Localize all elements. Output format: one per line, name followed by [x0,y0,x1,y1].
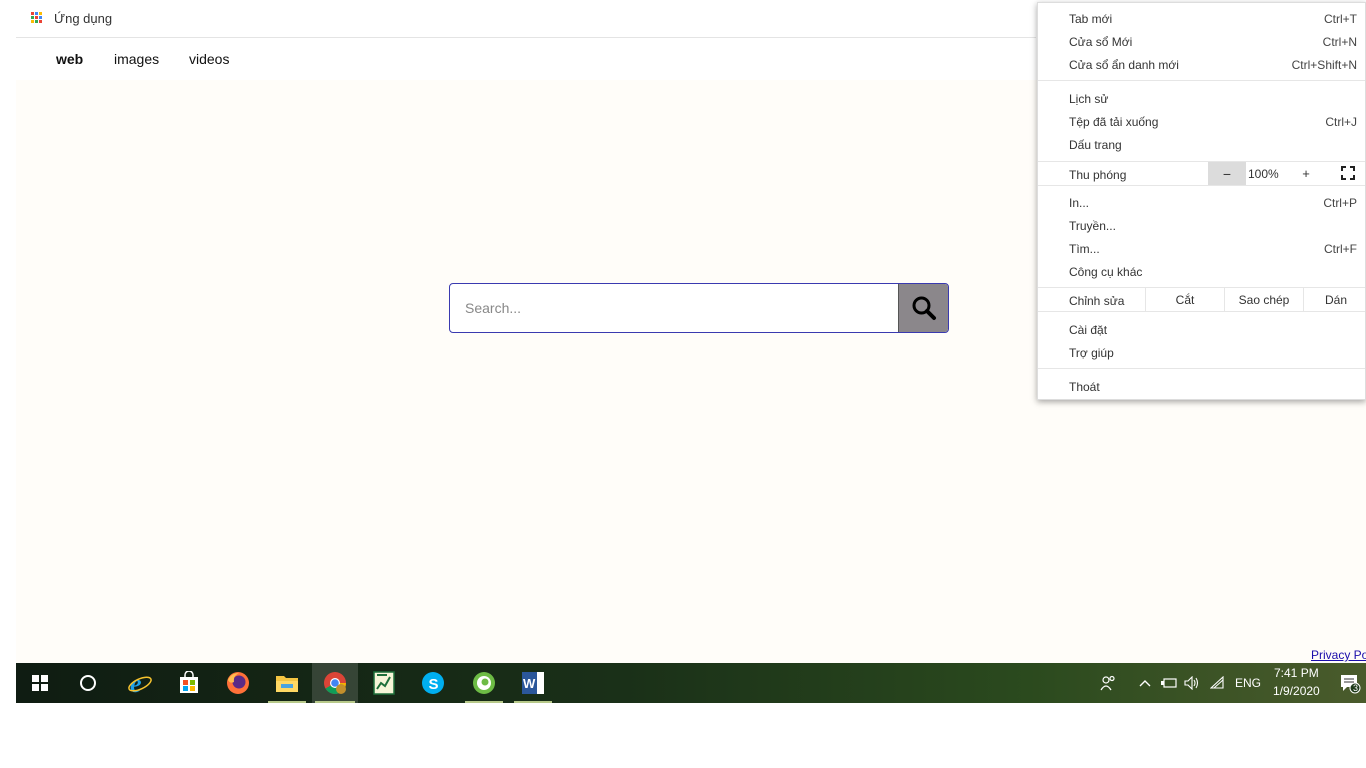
clock-time[interactable]: 7:41 PM [1274,666,1319,680]
tab-videos[interactable]: videos [189,51,229,67]
menu-item-label: Tệp đã tải xuống [1069,115,1159,129]
search-input[interactable] [450,284,898,332]
menu-item-help[interactable]: Trợ giúp [1038,341,1365,364]
browser-menu: Tab mới Ctrl+T Cửa sổ Mới Ctrl+N Cửa sổ … [1037,2,1366,400]
cut-button[interactable]: Cắt [1145,288,1224,311]
menu-item-new-incognito-window[interactable]: Cửa sổ ẩn danh mới Ctrl+Shift+N [1038,53,1365,76]
network-button[interactable] [1207,663,1229,703]
menu-item-history[interactable]: Lịch sử [1038,87,1365,110]
menu-item-label: In... [1069,196,1090,210]
people-button[interactable] [1096,663,1120,703]
menu-separator [1038,185,1365,186]
windows-taskbar: e S W ENG 7:41 PM 1/9/2020 3 [16,663,1366,703]
menu-item-shortcut: Ctrl+N [1322,35,1357,49]
menu-item-shortcut: Ctrl+F [1324,242,1357,256]
menu-item-find[interactable]: Tìm... Ctrl+F [1038,237,1365,260]
taskbar-app-coccoc[interactable] [462,663,506,703]
fullscreen-icon[interactable] [1340,165,1356,181]
menu-item-label: Cài đặt [1069,323,1108,337]
menu-item-shortcut: Ctrl+T [1324,12,1357,26]
menu-edit-row: Chỉnh sửa Cắt Sao chép Dán [1038,288,1365,311]
menu-item-print[interactable]: In... Ctrl+P [1038,191,1365,214]
start-icon [32,675,48,691]
start-button[interactable] [20,663,60,703]
copy-button[interactable]: Sao chép [1224,288,1303,311]
menu-item-cast[interactable]: Truyền... [1038,214,1365,237]
word-icon: W [522,672,544,694]
menu-separator [1038,368,1365,369]
menu-item-label: Dấu trang [1069,138,1122,152]
menu-item-more-tools[interactable]: Công cụ khác [1038,260,1365,283]
search-box [449,283,949,333]
menu-item-shortcut: Ctrl+Shift+N [1291,58,1357,72]
taskbar-app-word[interactable]: W [511,663,555,703]
menu-item-exit[interactable]: Thoát [1038,375,1365,398]
apps-grid-icon[interactable] [31,12,43,24]
search-icon [912,296,936,320]
zoom-in-button[interactable]: + [1294,162,1318,185]
menu-item-label: Tab mới [1069,12,1113,26]
menu-item-label: Cửa sổ ẩn danh mới [1069,58,1179,72]
menu-separator [1038,311,1365,312]
chrome-icon [324,672,346,694]
menu-separator [1038,80,1365,81]
notification-count: 3 [1353,683,1359,693]
tab-images[interactable]: images [114,51,159,67]
excel-icon [373,671,395,695]
menu-item-label: Thoát [1069,380,1100,394]
menu-zoom-row: Thu phóng − 100% + [1038,162,1365,185]
taskbar-app-firefox[interactable] [216,663,260,703]
volume-button[interactable] [1181,663,1203,703]
cortana-button[interactable] [68,663,108,703]
svg-text:S: S [429,676,439,693]
privacy-policy-link[interactable]: Privacy Po [1311,648,1366,662]
menu-item-bookmarks[interactable]: Dấu trang [1038,133,1365,156]
edit-label: Chỉnh sửa [1069,294,1125,308]
language-indicator[interactable]: ENG [1235,676,1261,690]
search-button[interactable] [898,284,948,332]
taskbar-app-excel[interactable] [362,663,406,703]
battery-icon [1161,678,1177,688]
taskbar-app-chrome[interactable] [312,663,358,703]
skype-icon: S [422,672,444,694]
paste-button[interactable]: Dán [1303,288,1366,311]
menu-item-new-window[interactable]: Cửa sổ Mới Ctrl+N [1038,30,1365,53]
internet-explorer-icon: e [128,670,152,696]
battery-button[interactable] [1158,663,1180,703]
action-center-button[interactable]: 3 [1336,663,1364,703]
menu-item-label: Cửa sổ Mới [1069,35,1133,49]
zoom-label: Thu phóng [1069,168,1127,182]
wifi-icon [1210,676,1224,689]
svg-text:W: W [523,676,536,691]
taskbar-app-store[interactable] [167,663,211,703]
menu-item-label: Truyền... [1069,219,1116,233]
firefox-icon [227,672,249,694]
file-explorer-icon [276,676,298,692]
taskbar-app-skype[interactable]: S [411,663,455,703]
menu-item-label: Công cụ khác [1069,265,1143,279]
menu-item-new-tab[interactable]: Tab mới Ctrl+T [1038,7,1365,30]
apps-shortcut-label[interactable]: Ứng dụng [54,11,112,26]
menu-item-label: Lịch sử [1069,92,1109,106]
taskbar-app-file-explorer[interactable] [265,663,309,703]
cortana-icon [80,675,96,691]
bookmarks-bar: Ứng dụng [16,0,1036,38]
menu-item-downloads[interactable]: Tệp đã tải xuống Ctrl+J [1038,110,1365,133]
store-icon [180,671,198,693]
menu-item-shortcut: Ctrl+J [1325,115,1357,129]
volume-icon [1184,676,1199,690]
chevron-up-icon [1139,680,1151,687]
menu-item-settings[interactable]: Cài đặt [1038,318,1365,341]
show-hidden-icons-button[interactable] [1135,663,1155,703]
coccoc-icon [473,672,495,694]
taskbar-app-internet-explorer[interactable]: e [118,663,162,703]
clock-date[interactable]: 1/9/2020 [1273,684,1320,698]
menu-item-shortcut: Ctrl+P [1323,196,1357,210]
tab-web[interactable]: web [56,51,83,67]
menu-item-label: Tìm... [1069,242,1100,256]
menu-item-label: Trợ giúp [1069,346,1114,360]
zoom-level: 100% [1248,167,1279,181]
people-icon [1100,675,1115,691]
zoom-out-button[interactable]: − [1208,162,1246,185]
